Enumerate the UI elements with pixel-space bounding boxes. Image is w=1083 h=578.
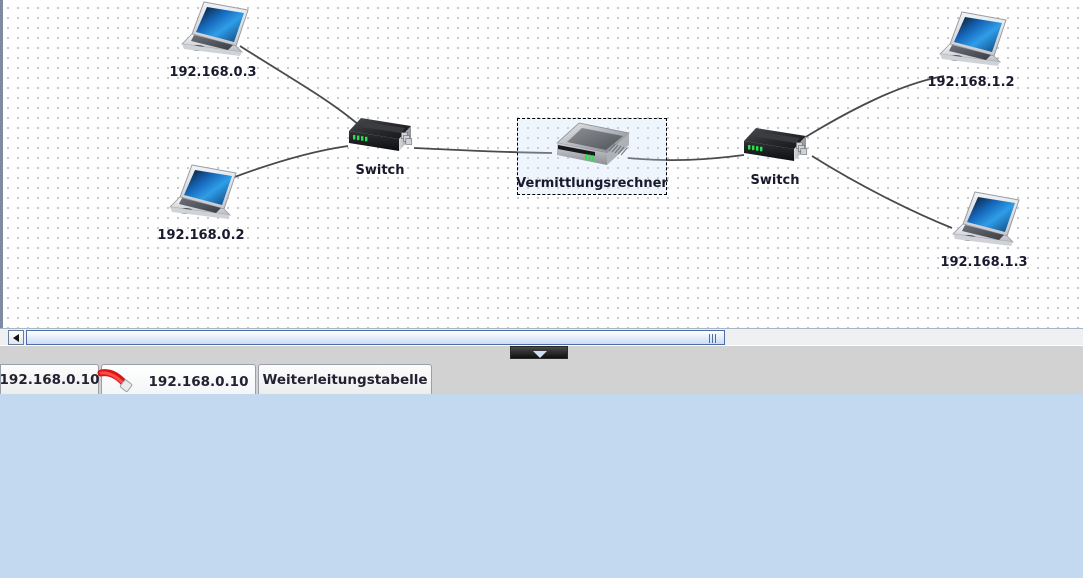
tab-nic-2[interactable]: 192.168.0.10 [97, 364, 256, 398]
laptop-icon [928, 10, 1014, 76]
device-node-laptop[interactable]: 192.168.1.3 [940, 190, 1028, 274]
connection-line[interactable] [811, 155, 953, 229]
device-label: 192.168.1.3 [940, 255, 1028, 270]
scrollbar-thumb[interactable] [26, 330, 725, 345]
device-node-laptop[interactable]: 192.168.0.3 [169, 0, 257, 84]
connection-line[interactable] [803, 75, 945, 139]
device-label: Vermittlungsrechner [516, 176, 668, 191]
tab-forwarding-table[interactable]: Weiterleitungstabelle [258, 364, 432, 394]
tab-label: 192.168.0.10 [148, 373, 249, 390]
device-label: Switch [750, 173, 800, 188]
scroll-left-button[interactable] [8, 330, 24, 345]
properties-panel: Name Vermittlungsrechner Gateway Automat… [0, 394, 1083, 578]
device-label: 192.168.0.2 [157, 228, 245, 243]
device-label: Switch [355, 163, 405, 178]
connection-line[interactable] [231, 145, 349, 179]
tab-label: Weiterleitungstabelle [262, 371, 428, 388]
device-node-laptop[interactable]: 192.168.1.2 [927, 10, 1015, 94]
switch-icon [341, 114, 419, 164]
cable-icon [97, 368, 137, 395]
tab-nic-1[interactable]: 192.168.0.10 [0, 364, 99, 394]
panel-splitter[interactable] [0, 345, 1083, 360]
device-node-switch[interactable]: Switch [736, 124, 814, 192]
canvas-horizontal-scrollbar[interactable] [0, 328, 1083, 345]
tab-bar: 192.168.0.10 192.168.0.10 Weiterleitungst… [0, 360, 1083, 398]
application-window: 192.168.0.3 192.168.0.2 Switch Vermittlu… [0, 0, 1083, 578]
device-node-router[interactable]: Vermittlungsrechner [516, 118, 668, 195]
grip-icon [709, 334, 716, 343]
router-icon [545, 121, 639, 179]
tab-label: 192.168.0.10 [0, 371, 100, 388]
laptop-icon [941, 190, 1027, 256]
triangle-down-icon [533, 351, 547, 358]
device-label: 192.168.0.3 [169, 65, 257, 80]
network-canvas[interactable]: 192.168.0.3 192.168.0.2 Switch Vermittlu… [0, 0, 1083, 328]
device-label: 192.168.1.2 [927, 75, 1015, 90]
triangle-left-icon [13, 334, 19, 342]
laptop-icon [158, 163, 244, 229]
device-node-laptop[interactable]: 192.168.0.2 [157, 163, 245, 247]
laptop-icon [170, 0, 256, 66]
splitter-collapse-button[interactable] [510, 346, 568, 359]
switch-icon [736, 124, 814, 174]
device-node-switch[interactable]: Switch [341, 114, 419, 182]
